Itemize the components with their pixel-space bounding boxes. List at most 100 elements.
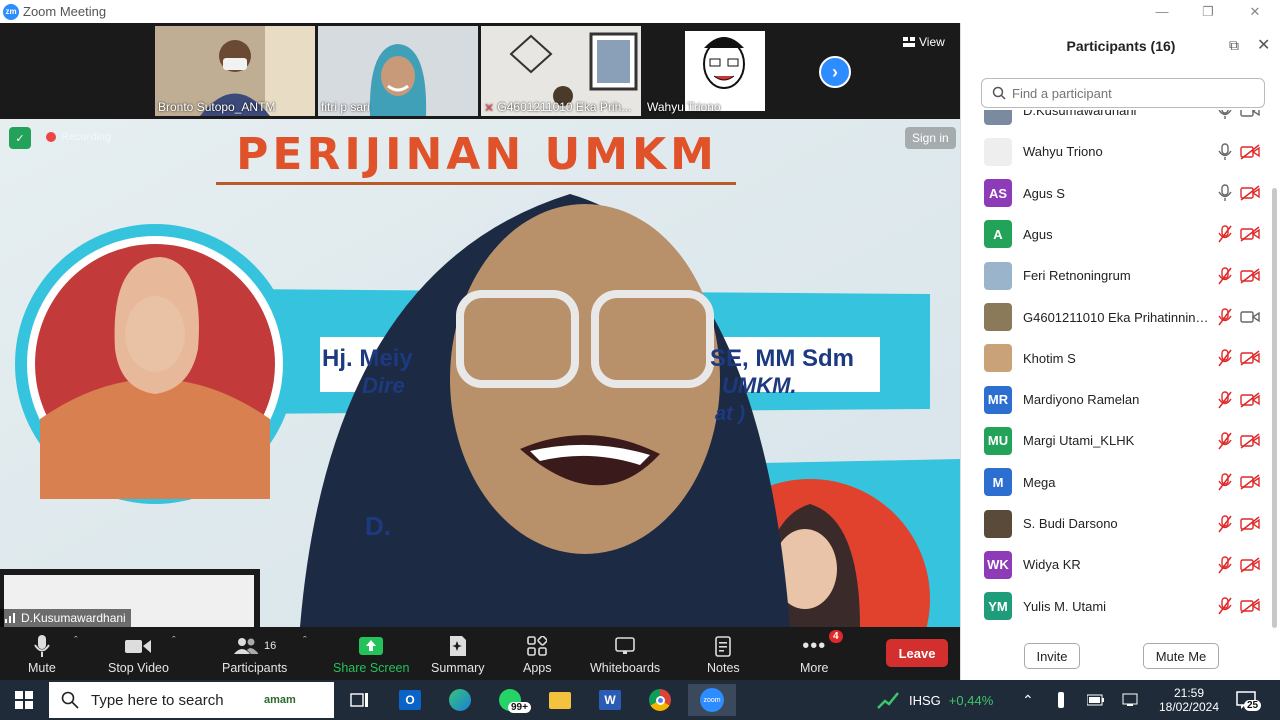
participants-button[interactable]: 16 Participants — [222, 633, 287, 675]
whatsapp-app-button[interactable]: 99+ — [490, 684, 531, 716]
more-label: More — [800, 661, 829, 675]
mic-muted-icon[interactable] — [1217, 473, 1233, 491]
video-thumbnail[interactable]: ⨯ G4601211010 Eka Prih... — [481, 26, 641, 116]
avatar: AS — [984, 179, 1012, 208]
video-off-icon[interactable] — [1240, 391, 1260, 409]
whiteboards-button[interactable]: Whiteboards — [590, 633, 660, 675]
participant-name: Yulis M. Utami — [1023, 598, 1107, 614]
video-off-icon[interactable] — [1240, 515, 1260, 533]
next-page-button[interactable]: › — [819, 56, 851, 88]
mic-icon[interactable] — [1217, 110, 1233, 120]
battery-icon[interactable] — [1087, 680, 1105, 720]
participant-row[interactable]: A Agus — [961, 214, 1271, 255]
mic-icon[interactable] — [1217, 143, 1233, 161]
pop-out-icon[interactable]: ⧉ — [1229, 37, 1239, 54]
mic-muted-icon[interactable] — [1217, 349, 1233, 367]
word-app-button[interactable]: W — [590, 684, 630, 716]
video-off-icon[interactable] — [1240, 556, 1260, 574]
video-off-icon[interactable] — [1240, 597, 1260, 615]
share-screen-button[interactable]: Share Screen — [333, 633, 409, 675]
mic-muted-icon[interactable] — [1217, 308, 1233, 326]
mic-muted-icon[interactable] — [1217, 514, 1233, 533]
title-bar: zm Zoom Meeting — ❐ ✕ — [0, 0, 1280, 23]
show-hidden-icons-button[interactable]: ⌃ — [1022, 680, 1034, 720]
participant-row[interactable]: MR Mardiyono Ramelan — [961, 379, 1271, 420]
zoom-app-button[interactable]: zoom — [688, 684, 736, 716]
clock[interactable]: 21:59 18/02/2024 — [1158, 680, 1220, 720]
search-widget-label: amam — [264, 694, 296, 706]
video-off-icon[interactable] — [1240, 267, 1260, 285]
mic-muted-icon[interactable] — [1217, 390, 1233, 409]
participant-row[interactable]: M Mega — [961, 462, 1271, 503]
minimize-button[interactable]: — — [1139, 0, 1185, 23]
network-icon[interactable] — [1122, 680, 1138, 720]
notifications-button[interactable]: 25 — [1236, 680, 1262, 720]
video-thumbnail[interactable]: fitri p sari — [318, 26, 478, 116]
mic-muted-icon[interactable] — [1217, 597, 1233, 615]
video-off-icon[interactable] — [1240, 473, 1260, 491]
view-button[interactable]: View — [903, 35, 945, 49]
avatar: YM — [984, 592, 1012, 621]
participant-row[interactable]: S. Budi Darsono — [961, 503, 1271, 544]
video-thumbnail[interactable]: Bronto Sutopo_ANTM — [155, 26, 315, 116]
video-icon[interactable] — [1240, 308, 1260, 326]
chevron-up-icon[interactable]: ˆ — [74, 635, 78, 647]
mic-muted-icon[interactable] — [1217, 266, 1233, 285]
zoom-logo-icon: zm — [3, 3, 19, 20]
participant-list-scrollbar[interactable] — [1272, 188, 1277, 628]
mute-button[interactable]: Mute — [28, 633, 56, 675]
task-view-button[interactable] — [340, 684, 380, 716]
taskbar-search-box[interactable]: Type here to search amam — [49, 682, 334, 718]
video-icon[interactable] — [1240, 110, 1260, 120]
participant-row[interactable]: Khotim S — [961, 338, 1271, 379]
video-off-icon[interactable] — [1240, 143, 1260, 161]
video-off-icon[interactable] — [1240, 225, 1260, 243]
participant-row[interactable]: AS Agus S — [961, 173, 1271, 214]
video-thumbnail[interactable]: Wahyu Triono — [644, 26, 804, 116]
participant-row[interactable]: MU Margi Utami_KLHK — [961, 420, 1271, 461]
summary-button[interactable]: Summary — [431, 633, 484, 675]
search-icon — [61, 691, 79, 709]
participant-row[interactable]: YM Yulis M. Utami — [961, 586, 1271, 627]
invite-button[interactable]: Invite — [1024, 643, 1080, 669]
mic-muted-icon[interactable] — [1217, 556, 1233, 574]
edge-app-button[interactable] — [440, 684, 480, 716]
mute-me-button[interactable]: Mute Me — [1143, 643, 1219, 669]
more-button[interactable]: ••• More — [800, 633, 829, 676]
close-window-button[interactable]: ✕ — [1232, 0, 1278, 23]
mic-muted-icon[interactable] — [1217, 225, 1233, 243]
usb-device-icon[interactable] — [1056, 680, 1066, 720]
chevron-up-icon[interactable]: ˆ — [303, 635, 307, 647]
avatar — [984, 261, 1012, 290]
sign-in-button[interactable]: Sign in — [905, 127, 956, 149]
video-off-icon[interactable] — [1240, 184, 1260, 202]
mic-icon[interactable] — [1217, 184, 1233, 202]
participant-row[interactable]: Wahyu Triono — [961, 131, 1271, 172]
chrome-app-button[interactable] — [640, 684, 680, 716]
outlook-app-button[interactable]: O — [390, 684, 430, 716]
stop-video-button[interactable]: Stop Video — [108, 633, 169, 675]
stock-widget[interactable]: IHSG +0,44% — [876, 680, 993, 720]
thumbnail-name: Bronto Sutopo_ANTM — [158, 100, 276, 114]
participant-name: D.Kusumawardhani — [1023, 110, 1137, 118]
notes-button[interactable]: Notes — [707, 633, 740, 675]
video-off-icon[interactable] — [1240, 349, 1260, 367]
security-shield-icon[interactable]: ✓ — [9, 127, 31, 149]
leave-button[interactable]: Leave — [886, 639, 948, 667]
participant-search-input[interactable] — [1012, 85, 1252, 101]
stop-video-label: Stop Video — [108, 661, 169, 675]
restore-button[interactable]: ❐ — [1185, 0, 1231, 23]
chevron-up-icon[interactable]: ˆ — [172, 635, 176, 647]
participant-row[interactable]: WK Widya KR — [961, 544, 1271, 585]
chevron-right-icon: › — [832, 61, 838, 82]
apps-button[interactable]: Apps — [523, 633, 552, 675]
participant-row[interactable]: D.Kusumawardhani — [961, 110, 1271, 131]
video-off-icon[interactable] — [1240, 432, 1260, 450]
participant-row[interactable]: G4601211010 Eka Prihatinning... — [961, 297, 1271, 338]
start-button[interactable] — [4, 684, 44, 716]
file-explorer-button[interactable] — [540, 684, 580, 716]
mic-muted-icon[interactable] — [1217, 432, 1233, 450]
participant-row[interactable]: Feri Retnoningrum — [961, 255, 1271, 296]
close-icon[interactable]: ✕ — [1257, 35, 1270, 55]
view-label: View — [919, 35, 945, 49]
